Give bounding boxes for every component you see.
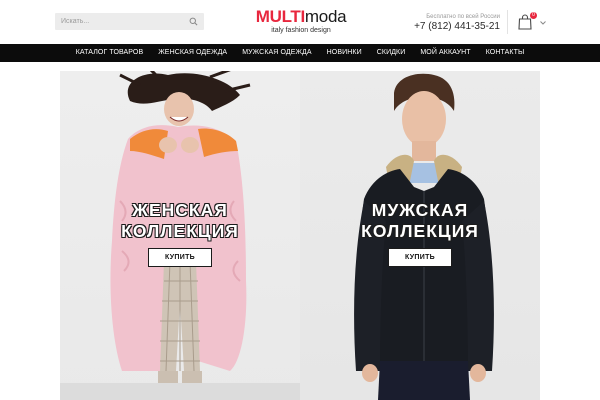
contact-label: Бесплатно по всей России: [426, 14, 500, 20]
cart-count-badge: 0: [530, 12, 537, 19]
mens-title-line2: коллекция: [361, 221, 479, 241]
search-box: [55, 13, 204, 30]
site-logo[interactable]: MULTImoda italy fashion design: [253, 8, 349, 38]
nav-item-mens[interactable]: Мужская одежда: [235, 44, 319, 62]
mens-cta: Мужская коллекция Купить: [300, 200, 540, 267]
mens-buy-button[interactable]: Купить: [388, 248, 452, 267]
mens-collection-banner[interactable]: Мужская коллекция Купить: [300, 71, 540, 400]
womens-title-line2: коллекция: [121, 221, 239, 241]
collection-banners: Женская коллекция Купить: [60, 71, 540, 400]
search-input[interactable]: [55, 13, 179, 30]
site-header: MULTImoda italy fashion design Бесплатно…: [0, 0, 600, 44]
search-icon: [189, 17, 197, 26]
logo-tagline: italy fashion design: [271, 27, 331, 34]
nav-item-catalog[interactable]: Каталог товаров: [68, 44, 150, 62]
nav-item-account[interactable]: Мой аккаунт: [413, 44, 478, 62]
nav-item-womens[interactable]: Женская одежда: [151, 44, 235, 62]
contact-info: Бесплатно по всей России +7 (812) 441-35…: [410, 13, 500, 33]
womens-title-line1: Женская: [132, 200, 228, 220]
womens-cta: Женская коллекция Купить: [60, 200, 300, 267]
contact-phone[interactable]: +7 (812) 441-35-21: [410, 21, 500, 33]
cart-button[interactable]: 0: [518, 12, 548, 34]
nav-item-sale[interactable]: Скидки: [369, 44, 413, 62]
chevron-down-icon[interactable]: [540, 21, 546, 25]
nav-item-contacts[interactable]: Контакты: [478, 44, 532, 62]
nav-item-new[interactable]: Новинки: [319, 44, 369, 62]
search-button[interactable]: [186, 15, 200, 28]
main-nav: Каталог товаров Женская одежда Мужская о…: [0, 44, 600, 62]
header-divider: [507, 10, 508, 34]
womens-buy-button[interactable]: Купить: [148, 248, 212, 267]
womens-collection-banner[interactable]: Женская коллекция Купить: [60, 71, 300, 400]
mens-title-line1: Мужская: [371, 200, 469, 220]
logo-wordmark: MULTImoda: [255, 7, 347, 26]
